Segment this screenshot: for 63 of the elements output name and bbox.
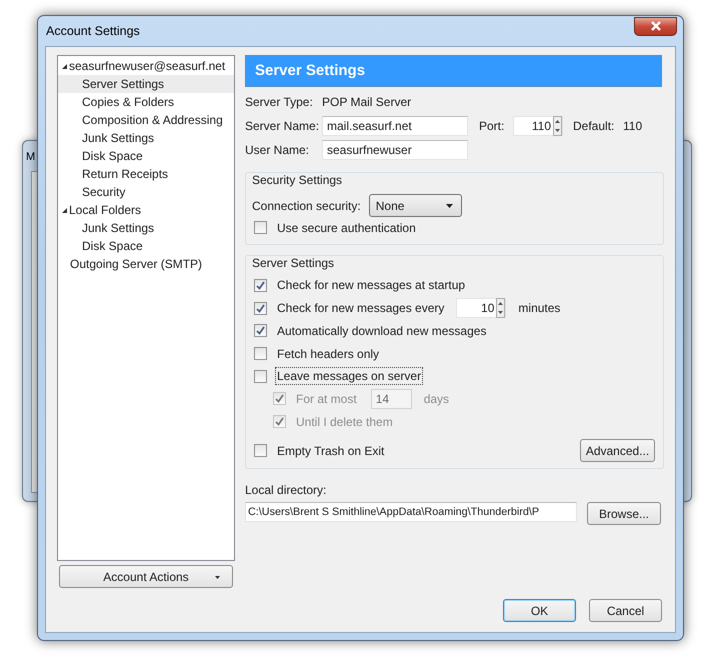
field-label: Server Name: bbox=[245, 119, 320, 133]
tree-item[interactable]: Disk Space bbox=[58, 237, 234, 255]
spinner-icon bbox=[553, 116, 562, 136]
cancel-button[interactable]: Cancel bbox=[589, 599, 662, 622]
tree-item[interactable]: Junk Settings bbox=[58, 129, 234, 147]
unit-label: minutes bbox=[518, 301, 560, 316]
close-button[interactable] bbox=[634, 16, 677, 36]
checkbox-label: For at most bbox=[295, 390, 358, 408]
interval-field[interactable]: 10 bbox=[456, 298, 506, 318]
tree-item[interactable]: Copies & Folders bbox=[58, 93, 234, 111]
field-label: Connection security: bbox=[252, 198, 361, 213]
checkbox-label: Leave messages on server bbox=[275, 367, 424, 386]
field-label: Local directory: bbox=[245, 483, 328, 497]
tree-item[interactable]: Composition & Addressing bbox=[58, 111, 234, 129]
checkbox[interactable] bbox=[254, 324, 267, 338]
advanced-button[interactable]: Advanced... bbox=[580, 439, 655, 462]
checkbox[interactable] bbox=[254, 302, 267, 315]
tree-item[interactable]: Disk Space bbox=[58, 147, 234, 165]
checkbox-label: Check for new messages at startup bbox=[276, 277, 466, 294]
field-label: User Name: bbox=[245, 143, 310, 157]
ok-button[interactable]: OK bbox=[503, 599, 576, 622]
checkbox[interactable] bbox=[254, 444, 267, 458]
field-label: Server Type: bbox=[245, 95, 314, 109]
tree-item[interactable]: Server Settings bbox=[58, 75, 234, 93]
group-title: Security Settings bbox=[251, 173, 344, 187]
server-type-value: POP Mail Server bbox=[322, 95, 412, 109]
account-actions-button[interactable]: Account Actions bbox=[59, 565, 233, 588]
checkbox[interactable] bbox=[254, 347, 267, 360]
expand-icon bbox=[61, 206, 68, 214]
port-field[interactable]: 110 bbox=[513, 116, 563, 136]
checkbox-label: Automatically download new messages bbox=[276, 322, 488, 340]
tree-item[interactable]: seasurfnewuser@seasurf.net bbox=[58, 57, 234, 75]
connection-security-dropdown[interactable]: None bbox=[368, 194, 462, 218]
local-directory-field[interactable]: C:\Users\Brent S Smithline\AppData\Roaming\Thunderbird\P bbox=[245, 502, 577, 522]
checkbox[interactable] bbox=[254, 278, 267, 292]
checkbox[interactable] bbox=[254, 370, 267, 383]
tree-item[interactable]: Local Folders bbox=[58, 201, 234, 219]
checkbox[interactable] bbox=[254, 221, 267, 234]
tree-item[interactable]: Security bbox=[58, 183, 234, 201]
tree-item[interactable]: Outgoing Server (SMTP) bbox=[58, 255, 234, 273]
page-header: Server Settings bbox=[245, 55, 662, 87]
tree-item[interactable]: Junk Settings bbox=[58, 219, 234, 237]
browse-button[interactable]: Browse... bbox=[587, 502, 661, 525]
spinner-icon bbox=[496, 298, 506, 318]
group-title: Server Settings bbox=[251, 256, 336, 270]
field-label: Port: bbox=[479, 119, 506, 133]
unit-label: days bbox=[424, 392, 450, 406]
window-title: M bbox=[26, 151, 36, 163]
server-name-field[interactable]: mail.seasurf.net bbox=[322, 116, 468, 136]
window-title: Account Settings bbox=[46, 24, 140, 38]
user-name-field[interactable]: seasurfnewuser bbox=[322, 140, 468, 160]
close-icon bbox=[650, 21, 662, 31]
dropdown-icon bbox=[446, 204, 453, 208]
checkbox-label: Fetch headers only bbox=[276, 346, 380, 363]
checkbox-label: Until I delete them bbox=[295, 414, 394, 431]
checkbox-label: Empty Trash on Exit bbox=[276, 442, 386, 460]
dropdown-icon bbox=[215, 576, 220, 579]
field-label: Default: bbox=[573, 119, 616, 133]
tree-item[interactable]: Return Receipts bbox=[58, 165, 234, 183]
expand-icon bbox=[61, 62, 68, 70]
checkbox-label: Check for new messages every bbox=[276, 300, 446, 318]
checkbox-label: Use secure authentication bbox=[276, 220, 417, 237]
default-port-value: 110 bbox=[623, 119, 642, 133]
